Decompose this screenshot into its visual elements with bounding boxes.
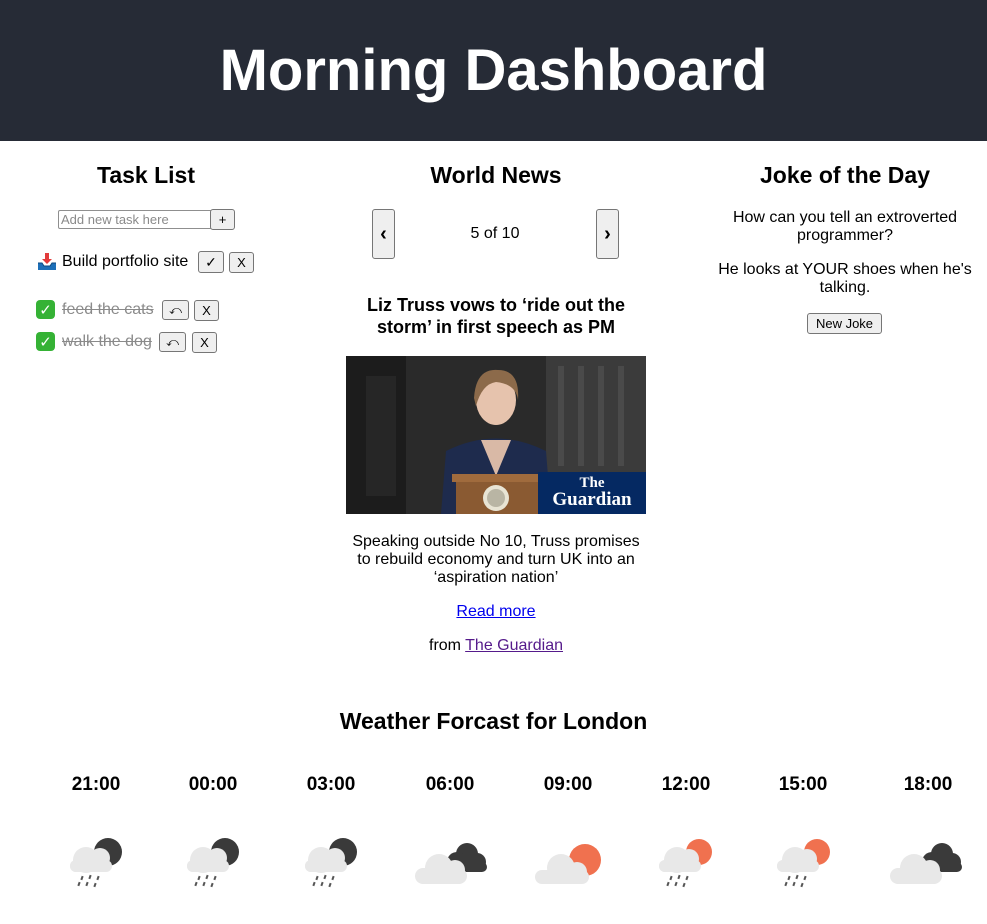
next-article-button[interactable]: ›: [596, 209, 619, 259]
night-rain-icon: [305, 838, 357, 888]
complete-task-button[interactable]: ✓: [198, 251, 224, 273]
weather-title: Weather Forcast for London: [339, 708, 648, 734]
undo-task-button[interactable]: ⤺: [159, 332, 186, 352]
undo-task-button[interactable]: ⤺: [162, 300, 189, 320]
new-task-input[interactable]: [58, 210, 212, 229]
article-headline: Liz Truss vows to ‘ride out the storm’ i…: [366, 295, 626, 337]
add-task-button[interactable]: +: [210, 209, 235, 230]
task-list-title: Task List: [97, 162, 195, 188]
task-text: walk the dog: [62, 333, 152, 350]
page-title: Morning Dashboard: [219, 38, 768, 103]
joke-punchline: He looks at YOUR shoes when he's talking…: [718, 261, 972, 296]
task-item: ✓ walk the dog: [36, 331, 152, 353]
article-summary: Speaking outside No 10, Truss promises t…: [352, 533, 640, 586]
night-cloudy-icon: [890, 843, 962, 884]
task-item: Build portfolio site: [36, 251, 188, 273]
forecast-time: 06:00: [425, 774, 475, 795]
partly-sunny-icon: [535, 844, 601, 884]
forecast-time: 21:00: [71, 774, 121, 795]
article-counter: 5 of 10: [470, 225, 520, 242]
article-source: from The Guardian: [429, 637, 563, 654]
dashboard-header: Morning Dashboard: [0, 0, 987, 141]
task-text: feed the cats: [62, 301, 154, 318]
joke-title: Joke of the Day: [760, 162, 930, 188]
task-item: ✓ feed the cats: [36, 299, 154, 321]
delete-task-button[interactable]: X: [192, 332, 217, 353]
inbox-tray-icon: [36, 252, 58, 272]
news-title: World News: [430, 162, 562, 188]
forecast-time: 09:00: [543, 774, 593, 795]
forecast-time: 03:00: [306, 774, 356, 795]
check-mark-icon: ✓: [36, 300, 58, 320]
night-rain-icon: [187, 838, 239, 888]
sun-rain-icon: [777, 839, 830, 888]
check-mark-icon: ✓: [36, 332, 58, 352]
forecast-time: 18:00: [903, 774, 953, 795]
source-link[interactable]: The Guardian: [465, 637, 563, 654]
guardian-logo: The Guardian: [538, 472, 646, 514]
delete-task-button[interactable]: X: [194, 300, 219, 321]
article-image: The Guardian: [346, 356, 646, 514]
joke-setup: How can you tell an extroverted programm…: [732, 209, 958, 244]
forecast-time: 00:00: [188, 774, 238, 795]
night-rain-icon: [70, 838, 122, 888]
forecast-time: 12:00: [661, 774, 711, 795]
delete-task-button[interactable]: X: [229, 252, 254, 273]
sun-rain-icon: [659, 839, 712, 888]
read-more-link[interactable]: Read more: [456, 603, 535, 620]
forecast-time: 15:00: [778, 774, 828, 795]
prev-article-button[interactable]: ‹: [372, 209, 395, 259]
new-joke-button[interactable]: New Joke: [807, 313, 882, 334]
night-cloudy-icon: [415, 843, 487, 884]
task-text: Build portfolio site: [62, 253, 189, 270]
